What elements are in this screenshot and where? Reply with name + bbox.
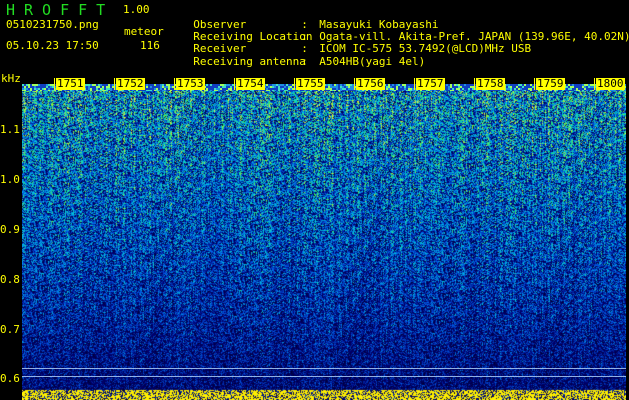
reference-line: [22, 376, 626, 377]
meteor-count: 116: [140, 39, 160, 52]
time-tick-1758: 1758: [474, 77, 505, 90]
spectrogram[interactable]: [22, 91, 626, 400]
time-tick-1800: 1800: [594, 77, 625, 90]
time-tick-1755: 1755: [294, 77, 325, 90]
y-tick-0.7: 0.7: [0, 323, 20, 336]
meteor-label: meteor: [124, 25, 164, 38]
y-tick-0.8: 0.8: [0, 273, 20, 286]
file-name: 0510231750.png: [6, 18, 99, 31]
info-value: A504HB(yagi 4el): [319, 55, 426, 68]
y-tick-0.6: 0.6: [0, 372, 20, 385]
time-tick-1754: 1754: [234, 77, 265, 90]
app-version: 1.00: [123, 3, 150, 16]
app-logo: HROFFT: [6, 1, 115, 19]
time-tick-1752: 1752: [114, 77, 145, 90]
time-tick-1757: 1757: [414, 77, 445, 90]
y-tick-0.9: 0.9: [0, 223, 20, 236]
time-tick-1759: 1759: [534, 77, 565, 90]
time-tick-1751: 1751: [54, 77, 85, 90]
axis-unit: kHz: [1, 72, 21, 85]
y-tick-1.0: 1.0: [0, 173, 20, 186]
info-antenna: Receiving antenna: A504HB(yagi 4el): [193, 55, 426, 68]
time-tick-1753: 1753: [174, 77, 205, 90]
reference-line: [22, 368, 626, 369]
date-time: 05.10.23 17:50: [6, 39, 99, 52]
info-label: Receiving antenna: [193, 55, 306, 68]
y-tick-1.1: 1.1: [0, 123, 20, 136]
time-tick-1756: 1756: [354, 77, 385, 90]
